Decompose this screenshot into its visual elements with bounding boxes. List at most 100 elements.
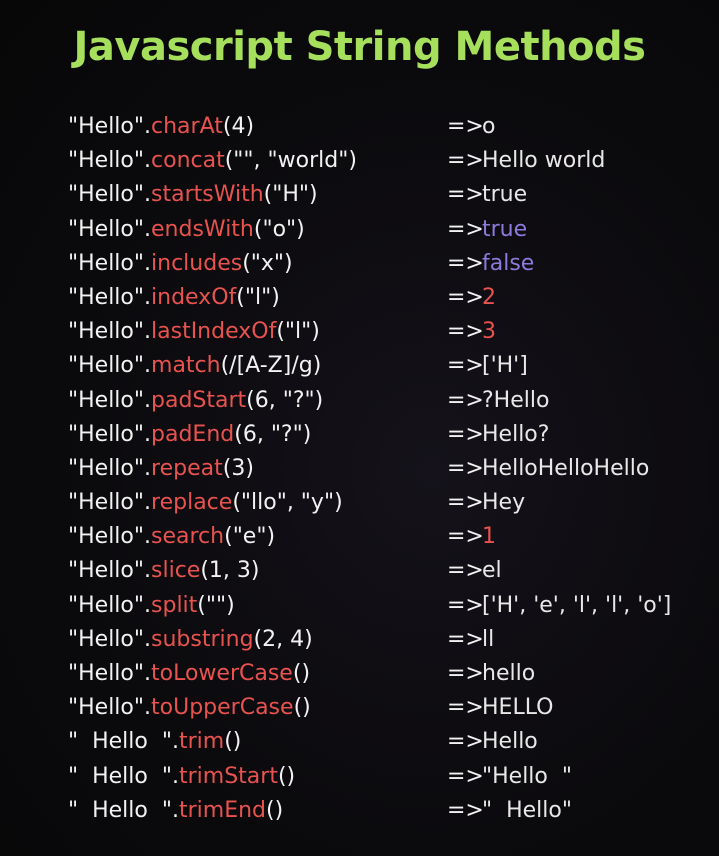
method-name: padStart (151, 387, 247, 413)
dot-operator: . (144, 490, 152, 516)
dot-operator: . (144, 387, 152, 413)
string-receiver: "Hello" (68, 524, 145, 550)
result-arrow: => (447, 695, 484, 721)
page-title: Javascript String Methods (73, 24, 646, 70)
string-receiver: "Hello" (68, 387, 145, 413)
method-name: indexOf (151, 284, 237, 310)
result-arrow: => (447, 182, 484, 208)
method-expression: "Hello".endsWith("o") (68, 213, 305, 247)
method-row: "Hello".lastIndexOf("l") => 3 (68, 315, 708, 349)
method-result: true (482, 182, 528, 208)
result-arrow: => (447, 558, 484, 584)
method-arguments: ("", "world") (224, 148, 357, 174)
method-row: "Hello".endsWith("o") => true (68, 213, 708, 247)
dot-operator: . (144, 455, 152, 481)
method-name: charAt (151, 114, 223, 139)
dot-operator: . (144, 558, 152, 584)
method-result: "Hello " (482, 763, 572, 789)
method-expression: "Hello".charAt(4) (68, 110, 254, 144)
method-row: "Hello".repeat(3) => HelloHelloHello (68, 452, 708, 486)
result-arrow: => (447, 148, 484, 174)
string-receiver: "Hello" (68, 421, 145, 447)
method-result: Hey (482, 490, 526, 516)
method-arguments: (/[A-Z]/g) (220, 353, 322, 379)
method-name: split (151, 592, 198, 618)
method-expression: "Hello".startsWith("H") (68, 178, 318, 212)
method-arguments: () (266, 797, 284, 823)
string-receiver: "Hello" (68, 319, 145, 345)
method-expression: "Hello".slice(1, 3) (68, 554, 260, 588)
method-expression: "Hello".repeat(3) (68, 452, 254, 486)
method-arguments: (6, "?") (246, 387, 324, 413)
method-expression: " Hello ".trimStart() (68, 760, 295, 794)
method-arguments: ("llo", "y") (232, 490, 343, 516)
dot-operator: . (144, 353, 152, 379)
string-receiver: "Hello" (68, 250, 145, 276)
method-row: "Hello".charAt(4) => o (68, 110, 708, 144)
method-arguments: ("x") (242, 250, 293, 276)
method-expression: "Hello".padStart(6, "?") (68, 384, 323, 418)
dot-operator: . (144, 421, 152, 447)
string-receiver: "Hello" (68, 455, 145, 481)
result-arrow: => (447, 592, 484, 618)
method-arguments: (3) (222, 455, 254, 481)
method-result: true (482, 216, 528, 242)
method-name: lastIndexOf (151, 319, 277, 345)
string-receiver: " Hello " (68, 729, 172, 755)
method-result: o (482, 114, 496, 139)
method-row: "Hello".split("") => ['H', 'e', 'l', 'l', … (68, 589, 708, 623)
method-row: "Hello".toLowerCase() => hello (68, 657, 708, 691)
method-expression: "Hello".toLowerCase() (68, 657, 310, 691)
string-receiver: "Hello" (68, 592, 145, 618)
method-result: ?Hello (482, 387, 550, 413)
method-name: concat (151, 148, 225, 174)
dot-operator: . (144, 284, 152, 310)
result-arrow: => (447, 626, 484, 652)
dot-operator: . (144, 592, 152, 618)
result-arrow: => (447, 250, 484, 276)
method-arguments: ("l") (276, 319, 320, 345)
method-name: match (151, 353, 221, 379)
method-result: 2 (482, 284, 496, 310)
result-arrow: => (447, 319, 484, 345)
method-result: Hello? (482, 421, 550, 447)
method-name: trimStart (178, 763, 278, 789)
method-arguments: () (224, 729, 242, 755)
dot-operator: . (171, 797, 179, 823)
result-arrow: => (447, 421, 484, 447)
string-receiver: "Hello" (68, 114, 145, 139)
method-result: 3 (482, 319, 496, 345)
string-receiver: "Hello" (68, 490, 145, 516)
method-name: toLowerCase (151, 661, 293, 686)
result-arrow: => (447, 797, 484, 823)
method-result: Hello (482, 729, 538, 755)
method-result: 1 (482, 524, 496, 550)
method-row: "Hello".padStart(6, "?") => ?Hello (68, 384, 708, 418)
method-result: HelloHelloHello (482, 455, 650, 481)
result-arrow: => (447, 763, 484, 789)
string-receiver: " Hello " (68, 797, 172, 823)
method-arguments: ("e") (224, 524, 276, 550)
method-result: hello (482, 661, 536, 686)
method-result: ['H'] (482, 353, 528, 379)
method-expression: "Hello".indexOf("l") (68, 281, 280, 315)
dot-operator: . (171, 729, 179, 755)
method-row: "Hello".slice(1, 3) => el (68, 554, 708, 588)
method-name: search (151, 524, 225, 550)
result-arrow: => (447, 661, 484, 686)
method-row: "Hello".concat("", "world") => Hello world (68, 144, 708, 178)
method-arguments: () (293, 695, 311, 721)
method-result: ll (482, 626, 495, 652)
method-row: "Hello".toUpperCase() => HELLO (68, 691, 708, 725)
string-receiver: "Hello" (68, 661, 145, 686)
method-expression: "Hello".lastIndexOf("l") (68, 315, 320, 349)
method-expression: "Hello".split("") (68, 589, 235, 623)
method-row: " Hello ".trimStart() => "Hello " (68, 760, 708, 794)
method-row: "Hello".padEnd(6, "?") => Hello? (68, 418, 708, 452)
method-result: el (482, 558, 502, 584)
dot-operator: . (144, 661, 152, 686)
dot-operator: . (144, 524, 152, 550)
dot-operator: . (144, 216, 152, 242)
method-result: " Hello" (482, 797, 572, 823)
method-arguments: ("l") (236, 284, 280, 310)
